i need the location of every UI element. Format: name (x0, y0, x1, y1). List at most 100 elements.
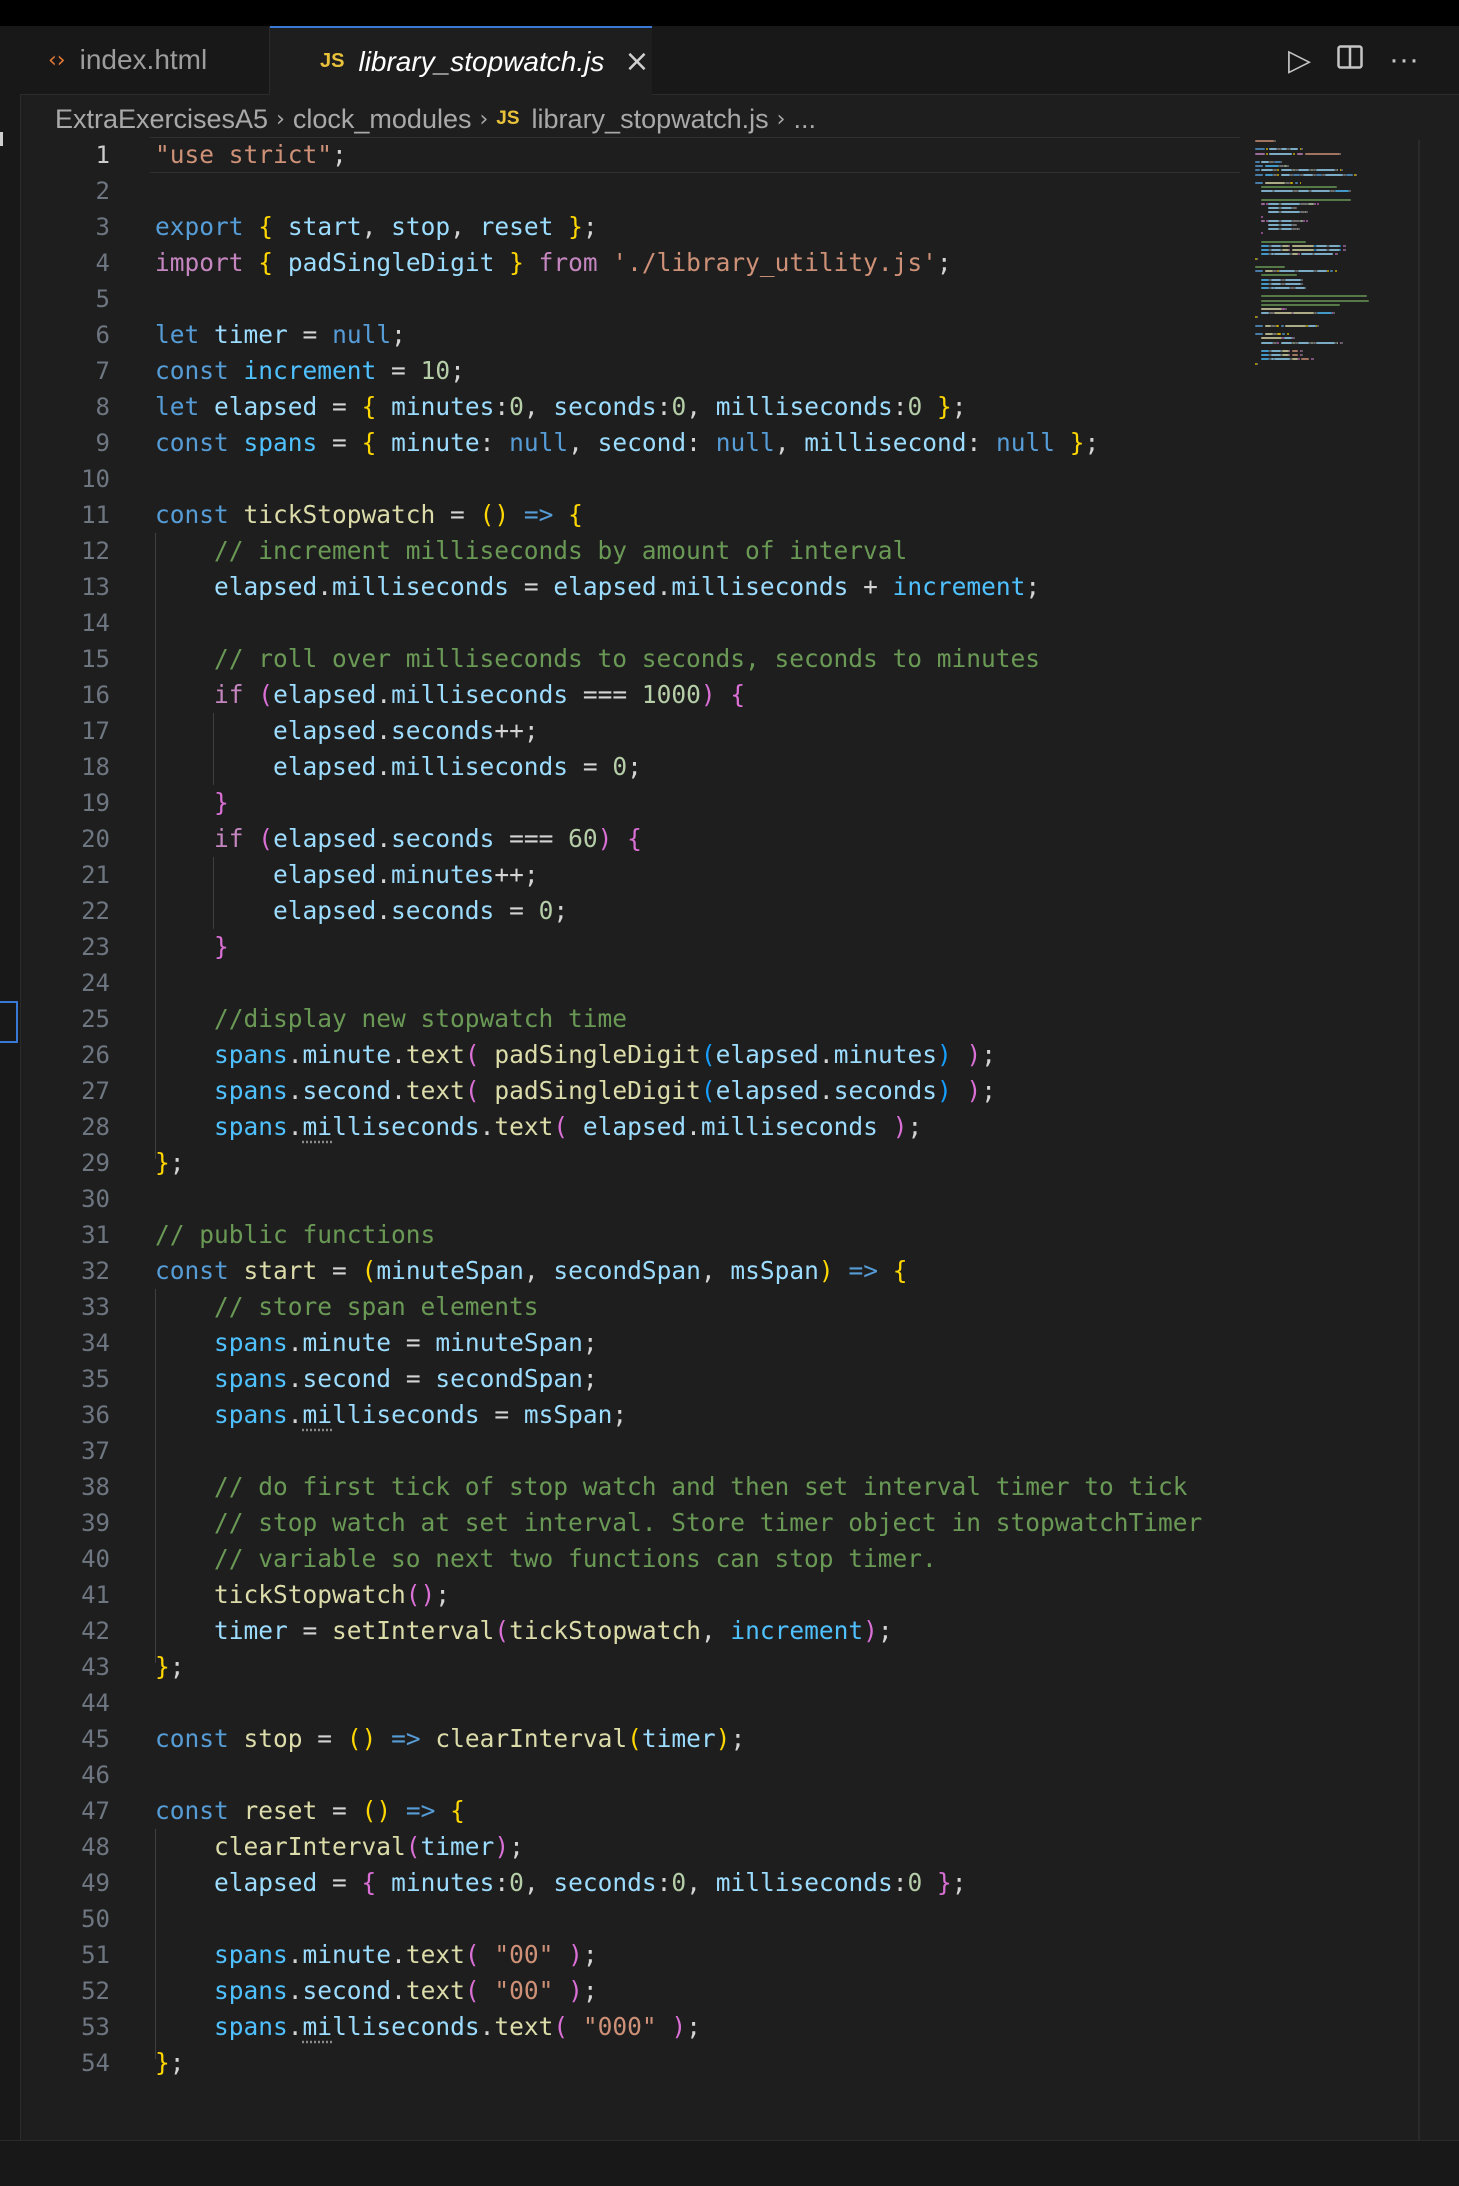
code-token: ) (892, 1112, 908, 1141)
code-line[interactable]: if (elapsed.milliseconds === 1000) { (155, 677, 745, 713)
code-line[interactable]: import { padSingleDigit } from './librar… (155, 245, 952, 281)
code-line[interactable]: clearInterval(timer); (155, 1829, 524, 1865)
breadcrumb-subfolder[interactable]: clock_modules (293, 104, 472, 135)
close-tab-icon[interactable]: × (624, 44, 649, 79)
code-line[interactable]: spans.milliseconds = msSpan; (155, 1397, 627, 1433)
minimap-stroke (1285, 308, 1287, 310)
code-line[interactable]: spans.minute.text( "00" ); (155, 1937, 598, 1973)
code-token: } (214, 788, 229, 817)
code-line[interactable]: export { start, stop, reset }; (155, 209, 598, 245)
code-line[interactable]: elapsed = { minutes:0, seconds:0, millis… (155, 1865, 967, 1901)
code-line[interactable]: tickStopwatch(); (155, 1577, 450, 1613)
code-line[interactable]: // do first tick of stop watch and then … (155, 1469, 1188, 1505)
code-line[interactable]: spans.second.text( "00" ); (155, 1973, 598, 2009)
code-token: ; (936, 248, 952, 277)
code-line[interactable]: // stop watch at set interval. Store tim… (155, 1505, 1202, 1541)
code-line[interactable]: timer = setInterval(tickStopwatch, incre… (155, 1613, 893, 1649)
code-token: , (686, 1868, 716, 1897)
code-token: elapsed (273, 716, 377, 745)
minimap-stroke (1317, 312, 1332, 315)
code-line[interactable]: } (155, 785, 229, 821)
code-line[interactable]: const reset = () => { (155, 1793, 465, 1829)
breadcrumb-file[interactable]: library_stopwatch.js (532, 104, 769, 135)
minimap-stroke (1255, 140, 1275, 142)
code-token: { (730, 680, 746, 709)
code-line[interactable]: // public functions (155, 1217, 435, 1253)
code-line[interactable]: const stop = () => clearInterval(timer); (155, 1721, 745, 1757)
code-line[interactable]: spans.minute = minuteSpan; (155, 1325, 598, 1361)
code-line[interactable]: // roll over milliseconds to seconds, se… (155, 641, 1040, 677)
code-line[interactable]: elapsed.seconds = 0; (155, 893, 568, 929)
code-line[interactable]: } (155, 929, 229, 965)
code-line[interactable]: spans.second.text( padSingleDigit(elapse… (155, 1073, 996, 1109)
code-line[interactable]: spans.second = secondSpan; (155, 1361, 598, 1397)
line-number: 43 (81, 1653, 110, 1681)
breadcrumb-more[interactable]: ... (793, 104, 816, 135)
code-line[interactable]: elapsed.milliseconds = elapsed.milliseco… (155, 569, 1040, 605)
minimap-stroke (1314, 203, 1316, 205)
minimap-stroke (1271, 354, 1281, 357)
code-token: = (509, 572, 554, 601)
code-line[interactable]: if (elapsed.seconds === 60) { (155, 821, 642, 857)
minimap-stroke (1339, 245, 1342, 247)
code-token: if (214, 680, 244, 709)
code-token: ; (169, 1652, 185, 1681)
code-line[interactable]: const spans = { minute: null, second: nu… (155, 425, 1099, 461)
code-line[interactable]: "use strict"; (155, 137, 347, 173)
line-number: 7 (95, 357, 110, 385)
chevron-right-icon: › (776, 106, 786, 132)
code-line[interactable]: const tickStopwatch = () => { (155, 497, 583, 533)
code-line[interactable]: // increment milliseconds by amount of i… (155, 533, 907, 569)
minimap-stroke (1280, 228, 1292, 231)
code-line[interactable]: }; (155, 1649, 185, 1685)
minimap[interactable] (1255, 140, 1405, 370)
code-line[interactable]: // store span elements (155, 1289, 539, 1325)
code-token: = (287, 320, 333, 349)
code-token: ( (405, 1832, 421, 1861)
code-token: minutes (391, 1868, 495, 1897)
code-line[interactable]: // variable so next two functions can st… (155, 1541, 937, 1577)
code-line[interactable]: //display new stopwatch time (155, 1001, 627, 1037)
code-line[interactable]: spans.minute.text( padSingleDigit(elapse… (155, 1037, 996, 1073)
tab-library-stopwatch-js[interactable]: JS library_stopwatch.js × (270, 26, 652, 95)
code-token: . (287, 1940, 303, 1969)
code-line[interactable]: spans.milliseconds.text( "000" ); (155, 2009, 701, 2045)
minimap-stroke (1336, 169, 1339, 172)
code-line[interactable]: spans.milliseconds.text( elapsed.millise… (155, 1109, 922, 1145)
status-bar (0, 2140, 1459, 2186)
vertical-scrollbar[interactable] (1418, 140, 1420, 2140)
code-line[interactable]: let timer = null; (155, 317, 406, 353)
code-token: { (450, 1796, 465, 1825)
code-token: 0 (907, 1868, 923, 1897)
code-line[interactable]: elapsed.milliseconds = 0; (155, 749, 642, 785)
code-token: , (523, 1868, 554, 1897)
code-line[interactable]: elapsed.seconds++; (155, 713, 539, 749)
minimap-stroke (1261, 274, 1297, 277)
code-line[interactable]: let elapsed = { minutes:0, seconds:0, mi… (155, 389, 967, 425)
code-line[interactable]: elapsed.minutes++; (155, 857, 539, 893)
code-token: ( (464, 1940, 480, 1969)
code-line[interactable]: const start = (minuteSpan, secondSpan, m… (155, 1253, 907, 1289)
tab-index-html[interactable]: ‹› index.html (20, 26, 270, 94)
code-line[interactable]: const increment = 10; (155, 353, 465, 389)
code-line[interactable]: }; (155, 1145, 185, 1181)
run-icon[interactable]: ▷ (1288, 43, 1311, 78)
split-editor-icon[interactable] (1337, 43, 1363, 77)
minimap-stroke (1295, 287, 1305, 289)
code-token: = (287, 1616, 333, 1645)
code-line[interactable]: }; (155, 2045, 185, 2081)
code-token: const (155, 1256, 229, 1285)
breadcrumb-folder[interactable]: ExtraExercisesA5 (55, 104, 268, 135)
more-actions-icon[interactable]: ··· (1389, 43, 1419, 77)
minimap-stroke (1255, 169, 1260, 172)
code-token: const (155, 500, 229, 529)
code-token: . (376, 824, 392, 853)
